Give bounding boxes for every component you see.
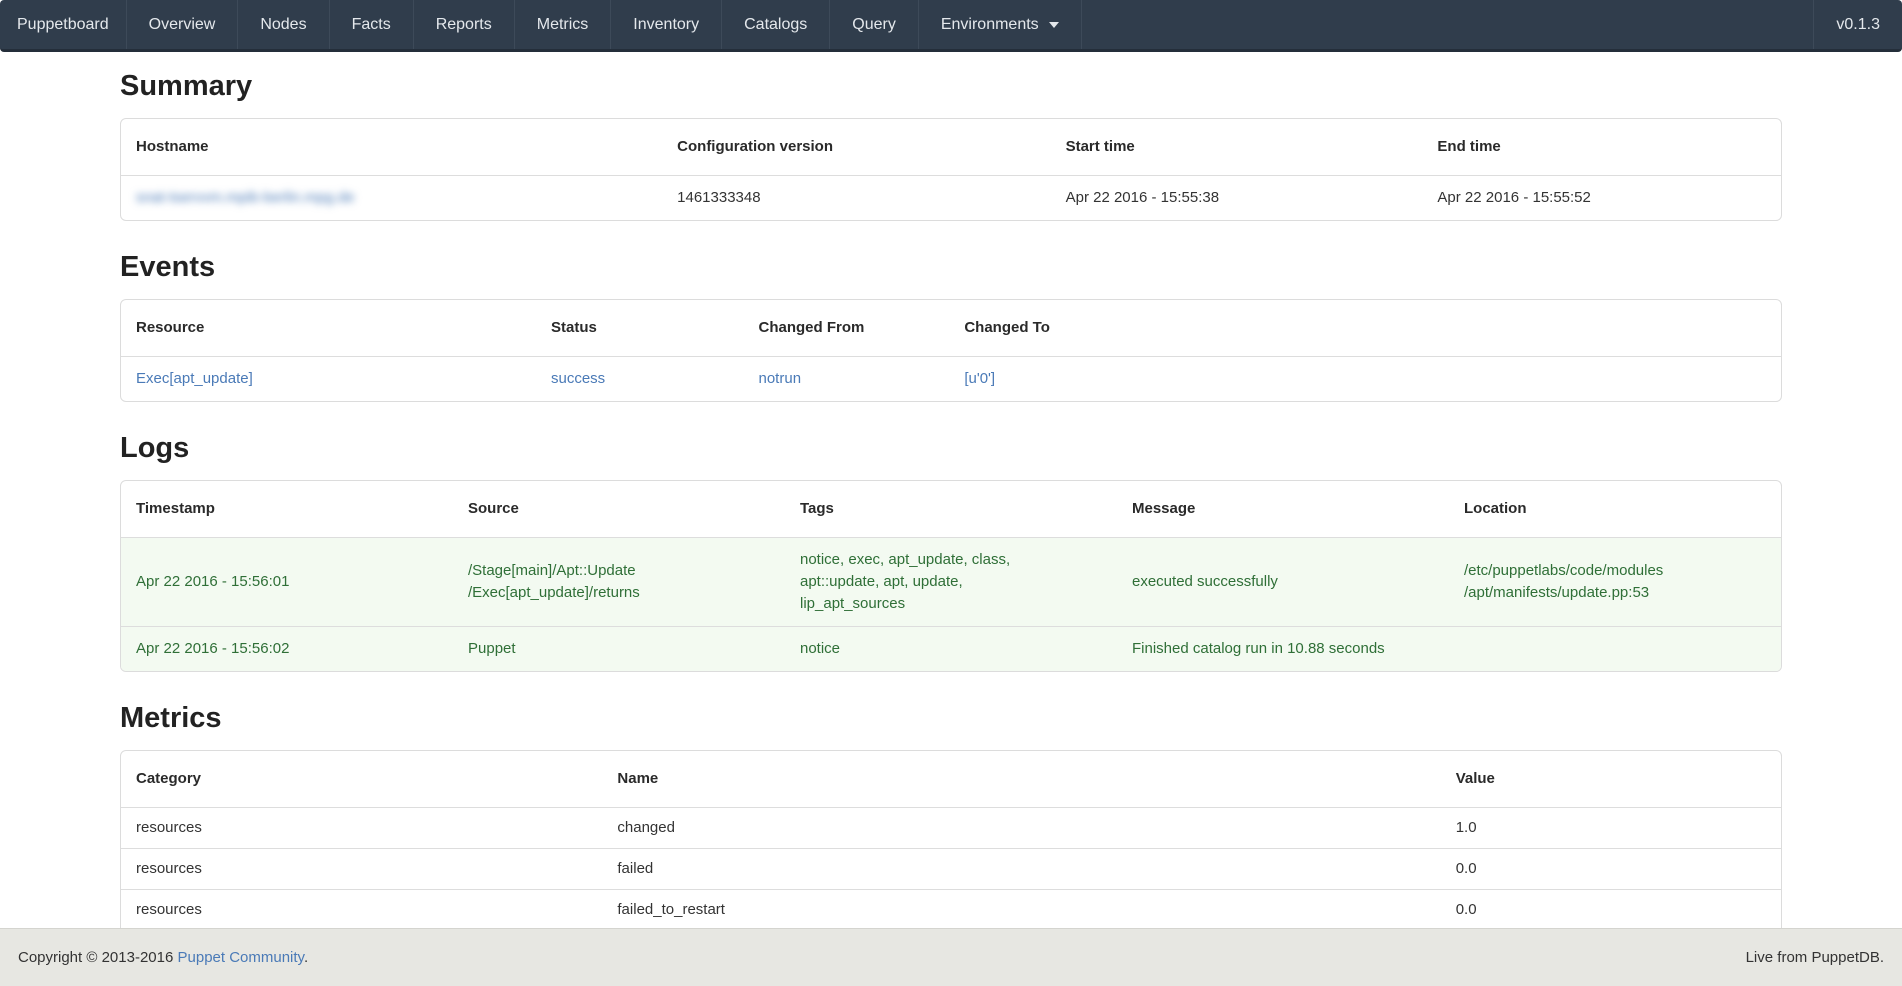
- summary-header-end-time: End time: [1422, 119, 1781, 176]
- nav-spacer: [1082, 0, 1814, 49]
- puppet-community-link[interactable]: Puppet Community: [178, 949, 304, 966]
- summary-header-hostname: Hostname: [121, 119, 662, 176]
- events-header-resource: Resource: [121, 300, 536, 357]
- summary-table: Hostname Configuration version Start tim…: [121, 119, 1781, 220]
- metric-value: 1.0: [1441, 808, 1781, 849]
- nav-item-environments-label: Environments: [941, 16, 1039, 34]
- metrics-heading: Metrics: [120, 700, 1782, 736]
- summary-header-row: Hostname Configuration version Start tim…: [121, 119, 1781, 176]
- events-header-changed-to: Changed To: [949, 300, 1781, 357]
- metric-row: resources failed_to_restart 0.0: [121, 890, 1781, 931]
- log-message: Finished catalog run in 10.88 seconds: [1117, 627, 1449, 672]
- summary-header-start-time: Start time: [1051, 119, 1423, 176]
- log-source: Puppet: [453, 627, 785, 672]
- metric-name: changed: [602, 808, 1440, 849]
- nav-item-environments-dropdown[interactable]: Environments: [919, 0, 1082, 49]
- log-row: Apr 22 2016 - 15:56:02 Puppet notice Fin…: [121, 627, 1781, 672]
- footer-status: Live from PuppetDB.: [1746, 949, 1884, 966]
- chevron-down-icon: [1049, 22, 1059, 28]
- logs-section: Logs Timestamp Source Tags Message Locat…: [120, 430, 1782, 672]
- metric-name: failed: [602, 849, 1440, 890]
- event-status-link[interactable]: success: [551, 370, 605, 387]
- log-tags: notice, exec, apt_update, class, apt::up…: [785, 538, 1117, 627]
- nav-brand-puppetboard[interactable]: Puppetboard: [0, 0, 127, 49]
- nav-item-reports[interactable]: Reports: [414, 0, 515, 49]
- events-header-status: Status: [536, 300, 744, 357]
- metric-category: resources: [121, 808, 602, 849]
- logs-heading: Logs: [120, 430, 1782, 466]
- start-time-value: Apr 22 2016 - 15:55:38: [1051, 176, 1423, 221]
- event-row: Exec[apt_update] success notrun [u'0']: [121, 357, 1781, 402]
- metric-name: failed_to_restart: [602, 890, 1440, 931]
- end-time-value: Apr 22 2016 - 15:55:52: [1422, 176, 1781, 221]
- logs-header-timestamp: Timestamp: [121, 481, 453, 538]
- nav-item-nodes[interactable]: Nodes: [238, 0, 329, 49]
- nav-item-query[interactable]: Query: [830, 0, 919, 49]
- log-tags: notice: [785, 627, 1117, 672]
- logs-header-tags: Tags: [785, 481, 1117, 538]
- nav-version-link[interactable]: v0.1.3: [1813, 0, 1902, 49]
- metrics-header-value: Value: [1441, 751, 1781, 808]
- logs-header-location: Location: [1449, 481, 1781, 538]
- event-changed-from-link[interactable]: notrun: [759, 370, 802, 387]
- metric-category: resources: [121, 849, 602, 890]
- event-resource-link[interactable]: Exec[apt_update]: [136, 370, 253, 387]
- log-row: Apr 22 2016 - 15:56:01 /Stage[main]/Apt:…: [121, 538, 1781, 627]
- summary-table-panel: Hostname Configuration version Start tim…: [120, 118, 1782, 221]
- events-header-changed-from: Changed From: [744, 300, 950, 357]
- events-table-panel: Resource Status Changed From Changed To …: [120, 299, 1782, 402]
- nav-item-inventory[interactable]: Inventory: [611, 0, 722, 49]
- footer-copyright-text: Copyright © 2013-2016: [18, 949, 178, 966]
- log-source: /Stage[main]/Apt::Update /Exec[apt_updat…: [453, 538, 785, 627]
- summary-heading: Summary: [120, 68, 1782, 104]
- footer-copyright-suffix: .: [304, 949, 308, 966]
- metric-value: 0.0: [1441, 849, 1781, 890]
- hostname-link[interactable]: snat-tservvm.mpib-berlin.mpg.de: [136, 189, 354, 206]
- metric-category: resources: [121, 890, 602, 931]
- configuration-version-value: 1461333348: [662, 176, 1050, 221]
- metrics-header-category: Category: [121, 751, 602, 808]
- summary-section: Summary Hostname Configuration version S…: [120, 68, 1782, 221]
- summary-header-configuration-version: Configuration version: [662, 119, 1050, 176]
- logs-header-row: Timestamp Source Tags Message Location: [121, 481, 1781, 538]
- footer: Copyright © 2013-2016 Puppet Community. …: [0, 928, 1902, 986]
- log-timestamp: Apr 22 2016 - 15:56:02: [121, 627, 453, 672]
- nav-item-metrics[interactable]: Metrics: [515, 0, 612, 49]
- logs-table-panel: Timestamp Source Tags Message Location A…: [120, 480, 1782, 672]
- footer-copyright: Copyright © 2013-2016 Puppet Community.: [18, 949, 308, 966]
- log-message: executed successfully: [1117, 538, 1449, 627]
- nav-item-facts[interactable]: Facts: [330, 0, 414, 49]
- metrics-header-name: Name: [602, 751, 1440, 808]
- report-page: Summary Hostname Configuration version S…: [120, 68, 1782, 972]
- log-location: [1449, 627, 1781, 672]
- log-timestamp: Apr 22 2016 - 15:56:01: [121, 538, 453, 627]
- log-location: /etc/puppetlabs/code/modules /apt/manife…: [1449, 538, 1781, 627]
- logs-table: Timestamp Source Tags Message Location A…: [121, 481, 1781, 671]
- metric-row: resources failed 0.0: [121, 849, 1781, 890]
- events-section: Events Resource Status Changed From Chan…: [120, 249, 1782, 402]
- event-changed-to-link[interactable]: [u'0']: [964, 370, 995, 387]
- summary-row: snat-tservvm.mpib-berlin.mpg.de 14613333…: [121, 176, 1781, 221]
- metric-row: resources changed 1.0: [121, 808, 1781, 849]
- logs-header-message: Message: [1117, 481, 1449, 538]
- metric-value: 0.0: [1441, 890, 1781, 931]
- nav-item-catalogs[interactable]: Catalogs: [722, 0, 830, 49]
- nav-item-overview[interactable]: Overview: [127, 0, 239, 49]
- logs-header-source: Source: [453, 481, 785, 538]
- events-header-row: Resource Status Changed From Changed To: [121, 300, 1781, 357]
- events-heading: Events: [120, 249, 1782, 285]
- metrics-header-row: Category Name Value: [121, 751, 1781, 808]
- events-table: Resource Status Changed From Changed To …: [121, 300, 1781, 401]
- navbar: Puppetboard Overview Nodes Facts Reports…: [0, 0, 1902, 52]
